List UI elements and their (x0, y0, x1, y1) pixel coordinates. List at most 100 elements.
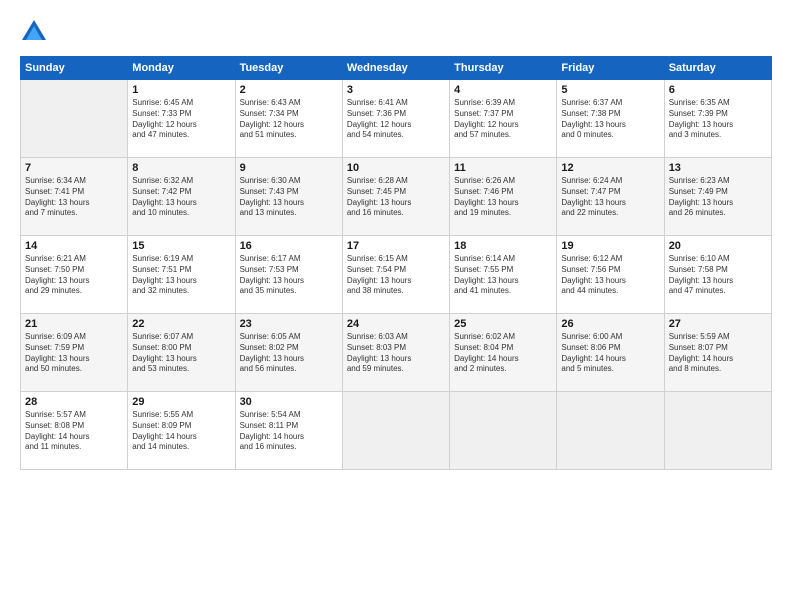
logo (20, 18, 52, 46)
calendar-cell: 12 Sunrise: 6:24 AM Sunset: 7:47 PM Dayli… (557, 158, 664, 236)
day-number: 16 (240, 240, 338, 252)
day-info: Sunrise: 5:54 AM Sunset: 8:11 PM Dayligh… (240, 410, 338, 453)
calendar-row-0: 1 Sunrise: 6:45 AM Sunset: 7:33 PM Daylig… (21, 80, 772, 158)
day-info: Sunrise: 6:17 AM Sunset: 7:53 PM Dayligh… (240, 254, 338, 297)
day-info: Sunrise: 6:24 AM Sunset: 7:47 PM Dayligh… (561, 176, 659, 219)
calendar-cell: 6Sunrise: 6:35 AM Sunset: 7:39 PM Daylig… (664, 80, 771, 158)
calendar-cell: 29 Sunrise: 5:55 AM Sunset: 8:09 PM Dayli… (128, 392, 235, 470)
day-info: Sunrise: 5:55 AM Sunset: 8:09 PM Dayligh… (132, 410, 230, 453)
calendar-cell (664, 392, 771, 470)
col-header-sunday: Sunday (21, 57, 128, 80)
calendar-cell: 24 Sunrise: 6:03 AM Sunset: 8:03 PM Dayli… (342, 314, 449, 392)
day-number: 8 (132, 162, 230, 174)
calendar-row-3: 21 Sunrise: 6:09 AM Sunset: 7:59 PM Dayli… (21, 314, 772, 392)
calendar-cell: 15 Sunrise: 6:19 AM Sunset: 7:51 PM Dayli… (128, 236, 235, 314)
day-number: 11 (454, 162, 552, 174)
day-number: 7 (25, 162, 123, 174)
day-number: 28 (25, 396, 123, 408)
day-number: 15 (132, 240, 230, 252)
calendar-cell: 23 Sunrise: 6:05 AM Sunset: 8:02 PM Dayli… (235, 314, 342, 392)
calendar-cell: 2 Sunrise: 6:43 AM Sunset: 7:34 PM Daylig… (235, 80, 342, 158)
day-number: 4 (454, 84, 552, 96)
col-header-thursday: Thursday (450, 57, 557, 80)
day-info: Sunrise: 6:39 AM Sunset: 7:37 PM Dayligh… (454, 98, 552, 141)
day-number: 13 (669, 162, 767, 174)
day-number: 1 (132, 84, 230, 96)
day-info: Sunrise: 6:09 AM Sunset: 7:59 PM Dayligh… (25, 332, 123, 375)
day-number: 27 (669, 318, 767, 330)
calendar-cell: 27 Sunrise: 5:59 AM Sunset: 8:07 PM Dayli… (664, 314, 771, 392)
col-header-saturday: Saturday (664, 57, 771, 80)
day-number: 29 (132, 396, 230, 408)
calendar-cell: 22 Sunrise: 6:07 AM Sunset: 8:00 PM Dayli… (128, 314, 235, 392)
day-number: 23 (240, 318, 338, 330)
day-number: 22 (132, 318, 230, 330)
header (20, 18, 772, 46)
day-number: 9 (240, 162, 338, 174)
day-number: 25 (454, 318, 552, 330)
calendar-cell: 4 Sunrise: 6:39 AM Sunset: 7:37 PM Daylig… (450, 80, 557, 158)
day-number: 17 (347, 240, 445, 252)
day-info: Sunrise: 6:05 AM Sunset: 8:02 PM Dayligh… (240, 332, 338, 375)
day-number: 21 (25, 318, 123, 330)
day-number: 14 (25, 240, 123, 252)
calendar-cell: 9 Sunrise: 6:30 AM Sunset: 7:43 PM Daylig… (235, 158, 342, 236)
calendar-cell: 1 Sunrise: 6:45 AM Sunset: 7:33 PM Daylig… (128, 80, 235, 158)
calendar-cell: 5Sunrise: 6:37 AM Sunset: 7:38 PM Daylig… (557, 80, 664, 158)
col-header-wednesday: Wednesday (342, 57, 449, 80)
day-number: 19 (561, 240, 659, 252)
calendar-cell (21, 80, 128, 158)
page: SundayMondayTuesdayWednesdayThursdayFrid… (0, 0, 792, 612)
calendar-cell: 13 Sunrise: 6:23 AM Sunset: 7:49 PM Dayli… (664, 158, 771, 236)
day-info: Sunrise: 6:07 AM Sunset: 8:00 PM Dayligh… (132, 332, 230, 375)
day-number: 12 (561, 162, 659, 174)
day-info: Sunrise: 6:32 AM Sunset: 7:42 PM Dayligh… (132, 176, 230, 219)
calendar-cell (450, 392, 557, 470)
day-info: Sunrise: 5:59 AM Sunset: 8:07 PM Dayligh… (669, 332, 767, 375)
calendar-cell: 25 Sunrise: 6:02 AM Sunset: 8:04 PM Dayli… (450, 314, 557, 392)
day-number: 30 (240, 396, 338, 408)
day-info: Sunrise: 6:37 AM Sunset: 7:38 PM Dayligh… (561, 98, 659, 141)
calendar-cell: 16 Sunrise: 6:17 AM Sunset: 7:53 PM Dayli… (235, 236, 342, 314)
day-info: Sunrise: 6:35 AM Sunset: 7:39 PM Dayligh… (669, 98, 767, 141)
calendar-cell (557, 392, 664, 470)
calendar-table: SundayMondayTuesdayWednesdayThursdayFrid… (20, 56, 772, 470)
calendar-cell: 7 Sunrise: 6:34 AM Sunset: 7:41 PM Daylig… (21, 158, 128, 236)
calendar-cell: 28 Sunrise: 5:57 AM Sunset: 8:08 PM Dayli… (21, 392, 128, 470)
day-info: Sunrise: 6:26 AM Sunset: 7:46 PM Dayligh… (454, 176, 552, 219)
calendar-cell: 18 Sunrise: 6:14 AM Sunset: 7:55 PM Dayli… (450, 236, 557, 314)
day-info: Sunrise: 6:19 AM Sunset: 7:51 PM Dayligh… (132, 254, 230, 297)
calendar-row-4: 28 Sunrise: 5:57 AM Sunset: 8:08 PM Dayli… (21, 392, 772, 470)
day-number: 20 (669, 240, 767, 252)
day-number: 2 (240, 84, 338, 96)
calendar-cell: 19 Sunrise: 6:12 AM Sunset: 7:56 PM Dayli… (557, 236, 664, 314)
day-info: Sunrise: 5:57 AM Sunset: 8:08 PM Dayligh… (25, 410, 123, 453)
day-info: Sunrise: 6:34 AM Sunset: 7:41 PM Dayligh… (25, 176, 123, 219)
day-info: Sunrise: 6:02 AM Sunset: 8:04 PM Dayligh… (454, 332, 552, 375)
calendar-cell: 11 Sunrise: 6:26 AM Sunset: 7:46 PM Dayli… (450, 158, 557, 236)
calendar-cell: 14 Sunrise: 6:21 AM Sunset: 7:50 PM Dayli… (21, 236, 128, 314)
day-number: 24 (347, 318, 445, 330)
calendar-row-2: 14 Sunrise: 6:21 AM Sunset: 7:50 PM Dayli… (21, 236, 772, 314)
day-info: Sunrise: 6:41 AM Sunset: 7:36 PM Dayligh… (347, 98, 445, 141)
day-info: Sunrise: 6:15 AM Sunset: 7:54 PM Dayligh… (347, 254, 445, 297)
day-info: Sunrise: 6:21 AM Sunset: 7:50 PM Dayligh… (25, 254, 123, 297)
calendar-cell (342, 392, 449, 470)
calendar-cell: 20Sunrise: 6:10 AM Sunset: 7:58 PM Dayli… (664, 236, 771, 314)
day-info: Sunrise: 6:45 AM Sunset: 7:33 PM Dayligh… (132, 98, 230, 141)
col-header-friday: Friday (557, 57, 664, 80)
day-info: Sunrise: 6:43 AM Sunset: 7:34 PM Dayligh… (240, 98, 338, 141)
calendar-cell: 8 Sunrise: 6:32 AM Sunset: 7:42 PM Daylig… (128, 158, 235, 236)
day-info: Sunrise: 6:03 AM Sunset: 8:03 PM Dayligh… (347, 332, 445, 375)
day-number: 26 (561, 318, 659, 330)
calendar-cell: 21 Sunrise: 6:09 AM Sunset: 7:59 PM Dayli… (21, 314, 128, 392)
day-number: 18 (454, 240, 552, 252)
day-info: Sunrise: 6:12 AM Sunset: 7:56 PM Dayligh… (561, 254, 659, 297)
day-info: Sunrise: 6:23 AM Sunset: 7:49 PM Dayligh… (669, 176, 767, 219)
calendar-row-1: 7 Sunrise: 6:34 AM Sunset: 7:41 PM Daylig… (21, 158, 772, 236)
logo-icon (20, 18, 48, 46)
day-info: Sunrise: 6:28 AM Sunset: 7:45 PM Dayligh… (347, 176, 445, 219)
day-info: Sunrise: 6:30 AM Sunset: 7:43 PM Dayligh… (240, 176, 338, 219)
day-info: Sunrise: 6:14 AM Sunset: 7:55 PM Dayligh… (454, 254, 552, 297)
col-header-tuesday: Tuesday (235, 57, 342, 80)
